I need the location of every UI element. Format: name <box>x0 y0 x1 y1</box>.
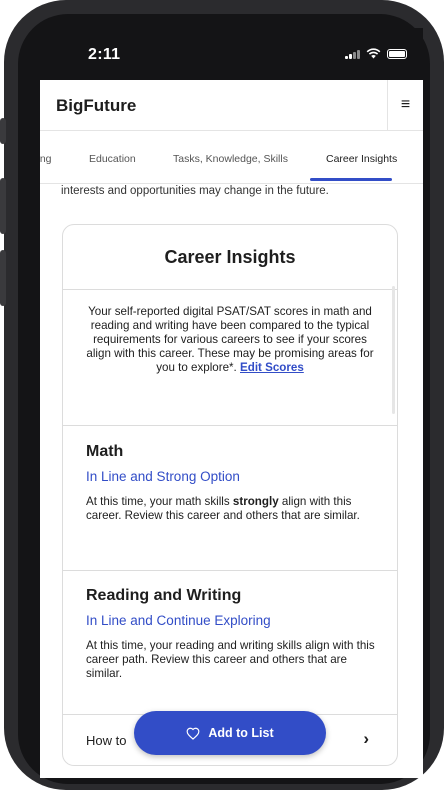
tab-partial[interactable]: ring <box>40 153 52 165</box>
add-to-list-label: Add to List <box>208 726 274 740</box>
tab-career-insights[interactable]: Career Insights <box>326 153 397 165</box>
battery-icon <box>387 48 407 59</box>
volume-up-button <box>0 178 6 234</box>
active-tab-indicator <box>310 178 392 181</box>
math-emphasis: strongly <box>232 495 279 508</box>
app-header: BigFuture ≡ <box>40 80 423 131</box>
cellular-signal-icon <box>345 49 360 59</box>
hamburger-menu-icon: ≡ <box>400 96 411 113</box>
hamburger-menu-button[interactable]: ≡ <box>387 80 423 130</box>
career-insights-card: Career Insights Your self-reported digit… <box>62 224 398 766</box>
heart-outline-icon <box>186 727 200 740</box>
add-to-list-button[interactable]: Add to List <box>134 711 326 755</box>
brand-logo[interactable]: BigFuture <box>56 96 136 116</box>
phone-screen: 2:11 BigFuture ≡ ring Education Tasks, K… <box>40 28 423 778</box>
scrollbar[interactable] <box>392 286 395 414</box>
mute-switch <box>0 118 6 144</box>
card-description-text: Your self-reported digital PSAT/SAT scor… <box>86 305 374 374</box>
card-title: Career Insights <box>63 225 397 290</box>
section-divider <box>63 570 397 571</box>
career-tabs: ring Education Tasks, Knowledge, Skills … <box>40 131 423 184</box>
status-bar: 2:11 <box>40 28 423 80</box>
status-icons <box>345 48 407 59</box>
chevron-right-icon: › <box>363 729 369 748</box>
tab-education[interactable]: Education <box>89 153 136 165</box>
tab-tasks-knowledge-skills[interactable]: Tasks, Knowledge, Skills <box>173 153 288 165</box>
wifi-icon <box>366 48 381 59</box>
math-section-body: At this time, your math skills strongly … <box>86 495 360 522</box>
math-section-title: Math <box>86 443 124 460</box>
reading-writing-section-status: In Line and Continue Exploring <box>86 613 271 628</box>
status-time: 2:11 <box>88 46 121 63</box>
math-section-status: In Line and Strong Option <box>86 469 240 484</box>
reading-writing-section-body: At this time, your reading and writing s… <box>86 639 375 680</box>
volume-down-button <box>0 250 6 306</box>
section-divider <box>63 425 397 426</box>
card-description: Your self-reported digital PSAT/SAT scor… <box>85 305 375 375</box>
intro-text: interests and opportunities may change i… <box>61 185 329 197</box>
edit-scores-link[interactable]: Edit Scores <box>240 361 304 374</box>
reading-writing-section-title: Reading and Writing <box>86 587 242 604</box>
how-to-label: How to <box>86 733 127 748</box>
